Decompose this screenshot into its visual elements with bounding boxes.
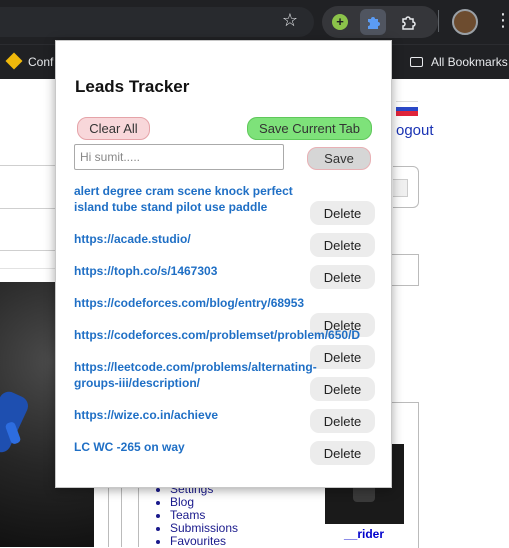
panel-border xyxy=(138,486,139,547)
lead-link[interactable]: https://leetcode.com/problems/alternatin… xyxy=(74,359,329,391)
delete-button[interactable]: Delete xyxy=(310,377,375,401)
profile-menu: Settings Blog Teams Submissions Favourit… xyxy=(155,483,238,548)
save-current-tab-button[interactable]: Save Current Tab xyxy=(247,117,372,140)
save-button[interactable]: Save xyxy=(307,147,371,170)
toolbar-divider xyxy=(438,10,439,32)
lead-link[interactable]: https://wize.co.in/achieve xyxy=(74,407,218,423)
browser-toolbar: ☆ + ⋮ xyxy=(0,0,509,44)
all-bookmarks-button[interactable]: All Bookmarks xyxy=(410,53,508,71)
binance-icon xyxy=(5,52,23,70)
divider xyxy=(0,208,55,209)
delete-button[interactable]: Delete xyxy=(310,233,375,257)
bookmark-star-icon[interactable]: ☆ xyxy=(280,10,300,32)
lead-link[interactable]: https://codeforces.com/blog/entry/68953 xyxy=(74,295,304,311)
folder-icon xyxy=(410,57,423,67)
user-handle-link[interactable]: __rider xyxy=(344,527,384,541)
delete-button[interactable]: Delete xyxy=(310,441,375,465)
menu-item-favourites[interactable]: Favourites xyxy=(170,535,238,548)
sidebar-panel xyxy=(390,254,419,286)
clear-all-button[interactable]: Clear All xyxy=(77,117,150,140)
lead-link[interactable]: https://codeforces.com/problemset/proble… xyxy=(74,327,360,343)
page-search-box xyxy=(393,166,419,208)
lead-link[interactable]: LC WC -265 on way xyxy=(74,439,185,455)
leads-tracker-popup: Leads Tracker Clear All Save Current Tab… xyxy=(55,40,392,488)
lead-input[interactable] xyxy=(74,144,284,170)
delete-button[interactable]: Delete xyxy=(310,201,375,225)
menu-kebab-icon[interactable]: ⋮ xyxy=(494,12,509,30)
russian-flag-icon[interactable] xyxy=(396,101,418,116)
delete-button[interactable]: Delete xyxy=(310,265,375,289)
panel-border xyxy=(121,486,122,547)
panel-border xyxy=(108,486,109,547)
delete-button[interactable]: Delete xyxy=(310,409,375,433)
extension-puzzle-icon[interactable] xyxy=(360,9,386,35)
popup-title: Leads Tracker xyxy=(75,77,190,96)
profile-avatar[interactable] xyxy=(452,9,478,35)
lead-link[interactable]: https://acade.studio/ xyxy=(74,231,191,247)
extension-plus-icon[interactable]: + xyxy=(328,10,352,34)
lead-link[interactable]: alert degree cram scene knock perfect is… xyxy=(74,183,299,215)
divider xyxy=(0,165,55,166)
divider xyxy=(0,250,55,251)
lead-link[interactable]: https://toph.co/s/1467303 xyxy=(74,263,217,279)
address-bar[interactable] xyxy=(0,7,314,37)
bookmark-item[interactable]: Conf xyxy=(5,52,53,71)
logout-link[interactable]: ogout xyxy=(396,122,434,139)
extensions-group: + xyxy=(322,6,438,38)
extensions-menu-icon[interactable] xyxy=(396,10,420,34)
